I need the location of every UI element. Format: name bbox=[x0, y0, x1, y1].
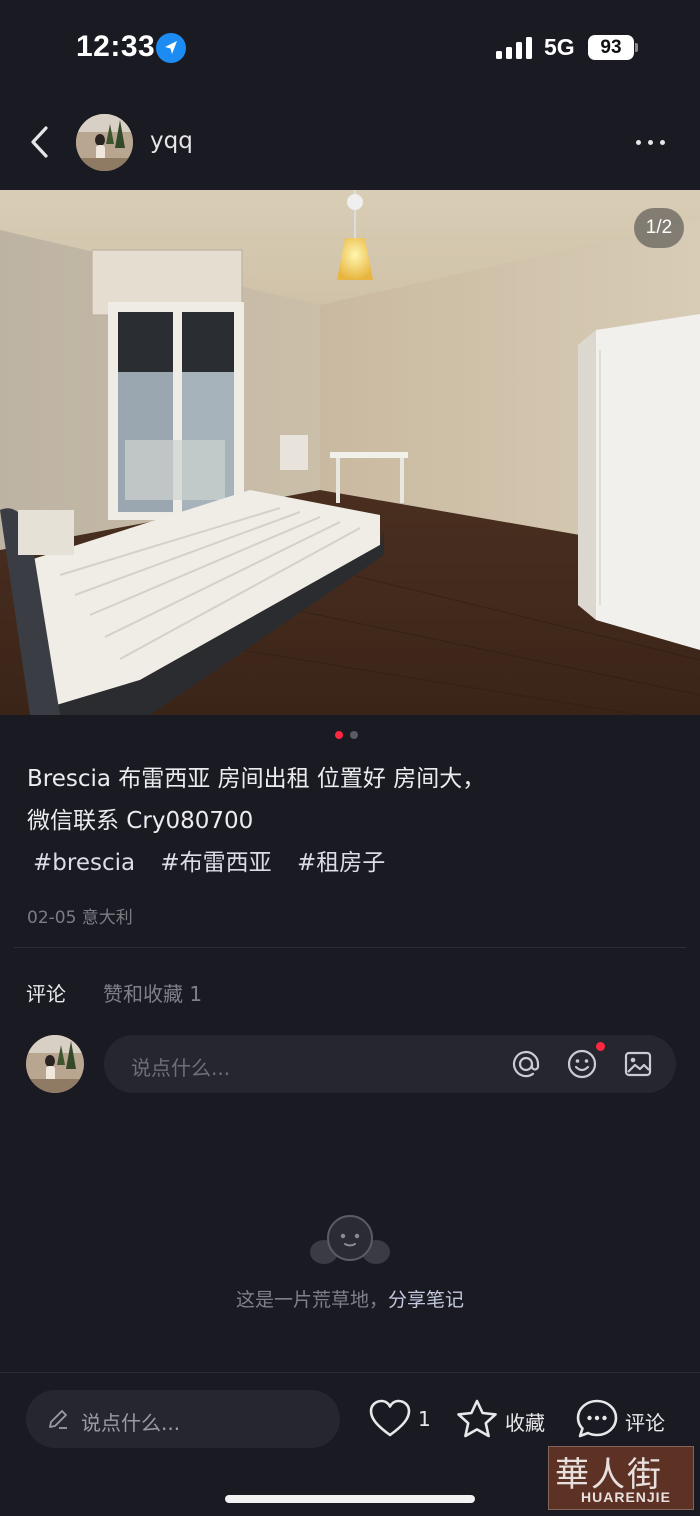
collect-button[interactable]: 收藏 bbox=[455, 1397, 555, 1441]
more-dots-icon bbox=[636, 140, 641, 145]
collect-label: 收藏 bbox=[505, 1411, 545, 1435]
post-tags: #brescia #布雷西亚 #租房子 bbox=[33, 842, 403, 884]
page-dot-active bbox=[335, 731, 343, 739]
location-arrow-icon bbox=[156, 33, 186, 63]
battery-tip bbox=[635, 43, 638, 52]
bottom-input-placeholder: 说点什么... bbox=[81, 1411, 181, 1435]
share-note-link[interactable]: 分享笔记 bbox=[388, 1289, 464, 1311]
empty-comments-icon bbox=[308, 1210, 392, 1268]
network-type: 5G bbox=[544, 34, 575, 60]
emoji-icon[interactable] bbox=[566, 1048, 598, 1080]
author-avatar[interactable] bbox=[76, 114, 133, 171]
comment-label: 评论 bbox=[625, 1411, 665, 1435]
divider bbox=[14, 947, 686, 948]
tab-likes-collections[interactable]: 赞和收藏 1 bbox=[103, 978, 202, 1007]
page-dot bbox=[350, 731, 358, 739]
photo-page-counter: 1/2 bbox=[634, 208, 684, 248]
chevron-left-icon bbox=[31, 126, 48, 158]
comment-input-placeholder: 说点什么... bbox=[131, 1056, 231, 1080]
watermark-english: HUARENJIE bbox=[581, 1489, 671, 1505]
back-button[interactable] bbox=[22, 120, 62, 164]
hashtag-zufangzi[interactable]: #租房子 bbox=[297, 850, 385, 876]
like-button[interactable]: 1 bbox=[368, 1397, 434, 1441]
watermark-logo: 華人街 HUARENJIE bbox=[548, 1446, 694, 1510]
status-bar: 12:33 5G 93 bbox=[0, 0, 700, 96]
emoji-new-badge bbox=[596, 1042, 605, 1051]
comment-button[interactable]: 评论 bbox=[575, 1397, 675, 1441]
hashtag-buleixiya[interactable]: #布雷西亚 bbox=[160, 850, 271, 876]
empty-comments-message: 这是一片荒草地，分享笔记 bbox=[0, 1285, 700, 1312]
author-username[interactable]: yqq bbox=[150, 128, 193, 154]
more-options-button[interactable] bbox=[628, 130, 672, 154]
pencil-icon bbox=[46, 1407, 70, 1431]
comment-input[interactable]: 说点什么... bbox=[104, 1035, 676, 1093]
post-line-1: Brescia 布雷西亚 房间出租 位置好 房间大， bbox=[27, 766, 486, 792]
post-photo[interactable] bbox=[0, 190, 700, 715]
post-line-2: 微信联系 Cry080700 bbox=[27, 808, 254, 834]
chat-bubble-icon bbox=[576, 1399, 618, 1438]
home-indicator[interactable] bbox=[225, 1495, 475, 1503]
current-user-avatar bbox=[26, 1035, 84, 1093]
like-count: 1 bbox=[418, 1407, 431, 1431]
post-description: Brescia 布雷西亚 房间出租 位置好 房间大， 微信联系 Cry08070… bbox=[27, 758, 677, 842]
star-icon bbox=[457, 1399, 497, 1438]
empty-comments-text: 这是一片荒草地， bbox=[235, 1289, 388, 1311]
battery-icon: 93 bbox=[588, 35, 634, 60]
heart-icon bbox=[369, 1399, 411, 1437]
post-date-location: 02-05 意大利 bbox=[27, 908, 133, 928]
hashtag-brescia[interactable]: #brescia bbox=[33, 850, 135, 876]
signal-bars-icon bbox=[496, 37, 534, 59]
image-icon[interactable] bbox=[622, 1048, 654, 1080]
at-icon[interactable] bbox=[510, 1048, 542, 1080]
bottom-comment-input[interactable]: 说点什么... bbox=[26, 1390, 340, 1448]
tab-comments[interactable]: 评论 bbox=[26, 978, 66, 1007]
post-header: yqq bbox=[0, 96, 700, 190]
status-time: 12:33 bbox=[76, 30, 156, 63]
